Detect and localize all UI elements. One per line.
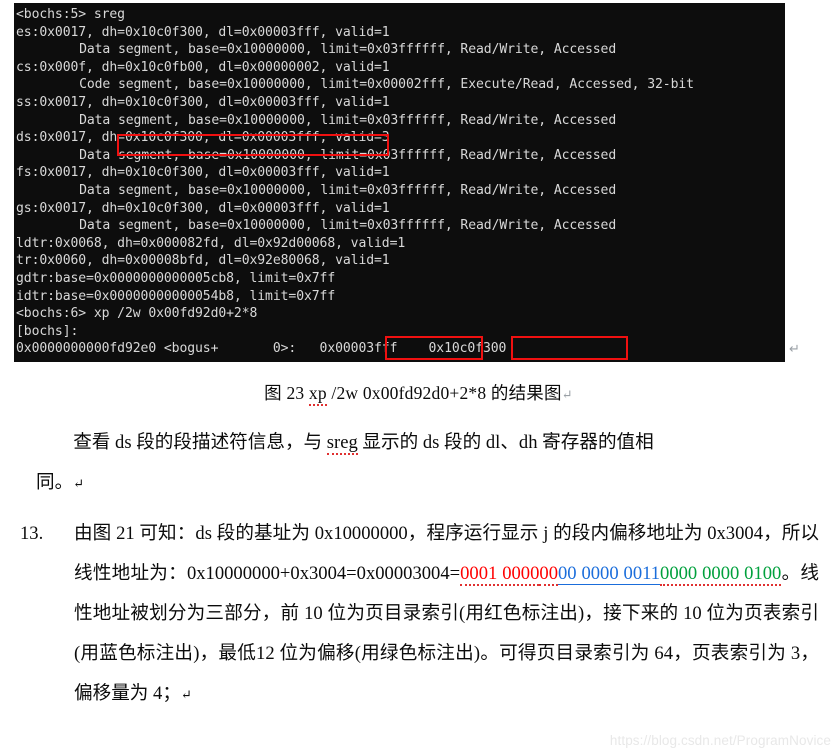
terminal-line: ds:0x0017, dh=0x10c0f300, dl=0x00003fff,…: [16, 129, 785, 147]
terminal-line: cs:0x000f, dh=0x10c0fb00, dl=0x00000002,…: [16, 59, 785, 77]
paragraph-mark-caption: ↵: [561, 387, 573, 402]
paragraph-mark-item13: ↵: [180, 687, 193, 702]
terminal-line-text: Data segment, base=0x10000000, limit=0x0…: [79, 147, 617, 163]
terminal-line-text: fs:0x0017, dh=0x10c0f300, dl=0x00003fff,…: [16, 165, 390, 181]
terminal-line: <bochs:6> xp /2w 0x00fd92d0+2*8: [16, 305, 785, 323]
terminal-line: gdtr:base=0x0000000000005cb8, limit=0x7f…: [16, 270, 785, 288]
binary-page-dir-index-part2: 00: [539, 563, 558, 586]
terminal-line-text: <bochs:5> sreg: [16, 7, 125, 22]
csdn-watermark: https://blog.csdn.net/ProgramNovice: [609, 733, 831, 748]
paragraph-ds-descriptor: 查看 ds 段的段描述符信息，与 sreg 显示的 ds 段的 dl、dh 寄存…: [0, 423, 837, 504]
figure-caption: 图 23 xp /2w 0x00fd92d0+2*8 的结果图↵: [0, 380, 837, 406]
terminal-line-text: Data segment, base=0x10000000, limit=0x0…: [79, 182, 617, 198]
terminal-line: Data segment, base=0x10000000, limit=0x0…: [16, 147, 785, 165]
terminal-line-text: <bochs:6> xp /2w 0x00fd92d0+2*8: [16, 306, 258, 322]
list-item-13: 13. 由图 21 可知：ds 段的基址为 0x10000000，程序运行显示 j…: [0, 514, 837, 715]
document-body: 图 23 xp /2w 0x00fd92d0+2*8 的结果图↵ 查看 ds 段…: [0, 366, 837, 715]
terminal-line: Data segment, base=0x10000000, limit=0x0…: [16, 217, 785, 235]
terminal-output: <bochs:5> sreg es:0x0017, dh=0x10c0f300, …: [14, 3, 785, 358]
terminal-line-text: cs:0x000f, dh=0x10c0fb00, dl=0x00000002,…: [16, 59, 390, 75]
list-item-line1: 由图 21 可知：ds 段的基址为 0x10000000，程序运行显示 j 的段…: [74, 523, 684, 544]
terminal-line: ss:0x0017, dh=0x10c0f300, dl=0x00003fff,…: [16, 94, 785, 112]
terminal-line: tr:0x0060, dh=0x00008bfd, dl=0x92e80068,…: [16, 252, 785, 270]
terminal-line-text: ss:0x0017, dh=0x10c0f300, dl=0x00003fff,…: [16, 94, 390, 110]
terminal-line-text: ldtr:0x0068, dh=0x000082fd, dl=0x92d0006…: [16, 235, 406, 251]
terminal-line-text: Code segment, base=0x10000000, limit=0x0…: [79, 77, 694, 93]
bochs-terminal-window[interactable]: <bochs:5> sreg es:0x0017, dh=0x10c0f300, …: [14, 3, 785, 362]
terminal-line: gs:0x0017, dh=0x10c0f300, dl=0x00003fff,…: [16, 200, 785, 218]
terminal-line-text: gdtr:base=0x0000000000005cb8, limit=0x7f…: [16, 270, 336, 286]
binary-page-table-index: 00 0000 0011: [557, 563, 661, 585]
terminal-line-text: Data segment, base=0x10000000, limit=0x0…: [79, 42, 617, 58]
terminal-line: fs:0x0017, dh=0x10c0f300, dl=0x00003fff,…: [16, 164, 785, 182]
terminal-line: Data segment, base=0x10000000, limit=0x0…: [16, 182, 785, 200]
terminal-line-text: es:0x0017, dh=0x10c0f300, dl=0x00003fff,…: [16, 24, 390, 40]
list-item-line6: 量为 4；: [111, 683, 181, 704]
paragraph-text-a: 查看 ds 段的段描述符信息，与: [73, 432, 327, 453]
terminal-line-text: tr:0x0060, dh=0x00008bfd, dl=0x92e80068,…: [16, 253, 390, 269]
terminal-line-text: 0x0000000000fd92e0 <bogus+ 0>: 0x00003ff…: [16, 341, 507, 357]
terminal-line: Data segment, base=0x10000000, limit=0x0…: [16, 112, 785, 130]
paragraph-mark-terminal: ↵: [789, 341, 800, 356]
terminal-line: Data segment, base=0x10000000, limit=0x0…: [16, 41, 785, 59]
terminal-line-text: [bochs]:: [16, 323, 79, 339]
paragraph-text-b: 显示的 ds 段的 dl、dh 寄存器的值相: [357, 432, 654, 453]
terminal-line: 0x0000000000fd92e0 <bogus+ 0>: 0x00003ff…: [16, 340, 785, 358]
caption-suffix: 的结果图: [490, 383, 562, 403]
terminal-line: Code segment, base=0x10000000, limit=0x0…: [16, 76, 785, 94]
terminal-line: es:0x0017, dh=0x10c0f300, dl=0x00003fff,…: [16, 24, 785, 42]
terminal-line-text: Data segment, base=0x10000000, limit=0x0…: [79, 218, 617, 234]
terminal-line: ldtr:0x0068, dh=0x000082fd, dl=0x92d0006…: [16, 235, 785, 253]
caption-prefix: 图 23: [264, 383, 309, 403]
terminal-line-text: idtr:base=0x00000000000054b8, limit=0x7f…: [16, 288, 336, 304]
paragraph-mark-para1: ↵: [73, 476, 85, 491]
terminal-line: <bochs:5> sreg: [16, 6, 785, 24]
paragraph-text-c: 同。: [36, 472, 74, 493]
caption-command-rest: /2w 0x00fd92d0+2*8: [326, 383, 491, 403]
binary-offset: 0000 0000 0100: [660, 563, 782, 586]
list-item-number: 13.: [20, 523, 44, 544]
terminal-line-text: ds:0x0017, dh=0x10c0f300, dl=0x00003fff,…: [16, 130, 390, 146]
paragraph-misspelled-sreg: sreg: [326, 432, 358, 455]
terminal-line: [bochs]:: [16, 323, 785, 341]
binary-page-dir-index-part1: 0001 0000: [460, 563, 540, 586]
terminal-line-text: Data segment, base=0x10000000, limit=0x0…: [79, 112, 617, 128]
terminal-line: idtr:base=0x00000000000054b8, limit=0x7f…: [16, 288, 785, 306]
caption-command-misspelled: xp: [308, 383, 327, 406]
terminal-line-text: gs:0x0017, dh=0x10c0f300, dl=0x00003fff,…: [16, 200, 390, 216]
